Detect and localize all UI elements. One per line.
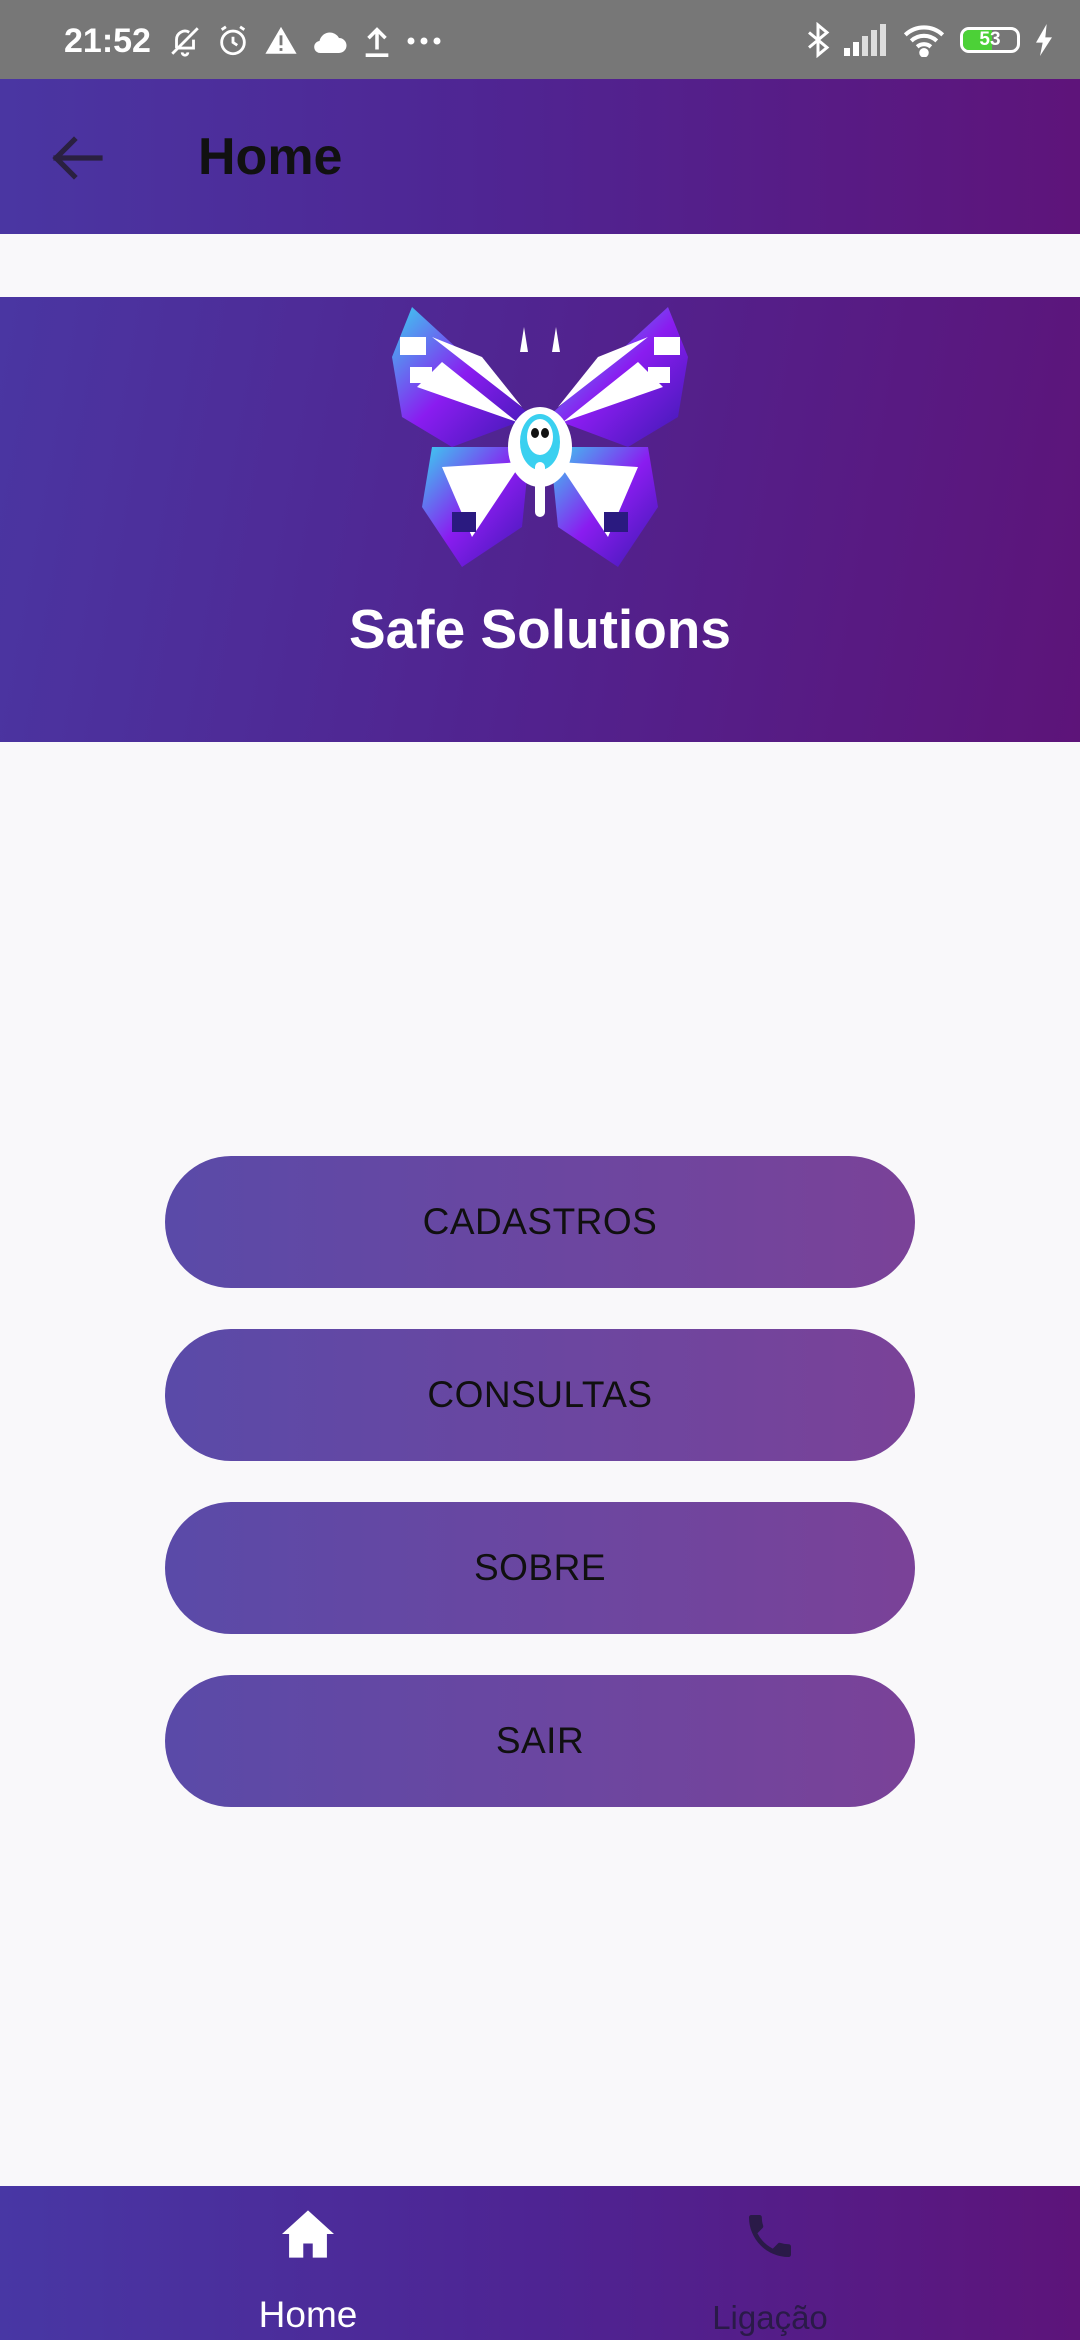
alarm-icon [216, 24, 250, 58]
battery-percent: 53 [979, 29, 1001, 50]
more-dots-icon [406, 36, 442, 46]
consultas-button[interactable]: CONSULTAS [165, 1329, 915, 1461]
signal-icon [844, 24, 888, 56]
bluetooth-icon [806, 22, 830, 58]
sobre-button[interactable]: SOBRE [165, 1502, 915, 1634]
home-icon [279, 2208, 337, 2265]
brand-name: Safe Solutions [349, 598, 731, 660]
status-time: 21:52 [64, 22, 151, 60]
arrow-back-icon[interactable] [50, 134, 104, 187]
app-bar: Home [0, 79, 1080, 234]
upload-icon [362, 24, 392, 58]
nav-item-home[interactable]: Home [158, 2186, 458, 2340]
cloud-icon [312, 26, 348, 56]
warning-icon [264, 24, 298, 58]
nav-item-ligacao[interactable]: Ligação [620, 2186, 920, 2340]
bottom-navigation: Home Ligação [0, 2186, 1080, 2340]
butterfly-logo [392, 307, 688, 567]
cadastros-button[interactable]: CADASTROS [165, 1156, 915, 1288]
bell-off-icon [168, 24, 202, 58]
page-title: Home [198, 128, 343, 186]
brand-banner: Safe Solutions [0, 297, 1080, 742]
nav-label-home: Home [258, 2294, 358, 2335]
status-icons-right: 53 [806, 22, 1054, 58]
status-icons-left [168, 24, 442, 58]
status-bar: 21:52 53 [0, 0, 1080, 79]
nav-label-ligacao: Ligação [712, 2299, 828, 2336]
wifi-icon [902, 23, 946, 57]
phone-icon [742, 2208, 798, 2269]
battery-icon: 53 [960, 27, 1020, 53]
sair-button[interactable]: SAIR [165, 1675, 915, 1807]
charging-icon [1034, 24, 1054, 56]
